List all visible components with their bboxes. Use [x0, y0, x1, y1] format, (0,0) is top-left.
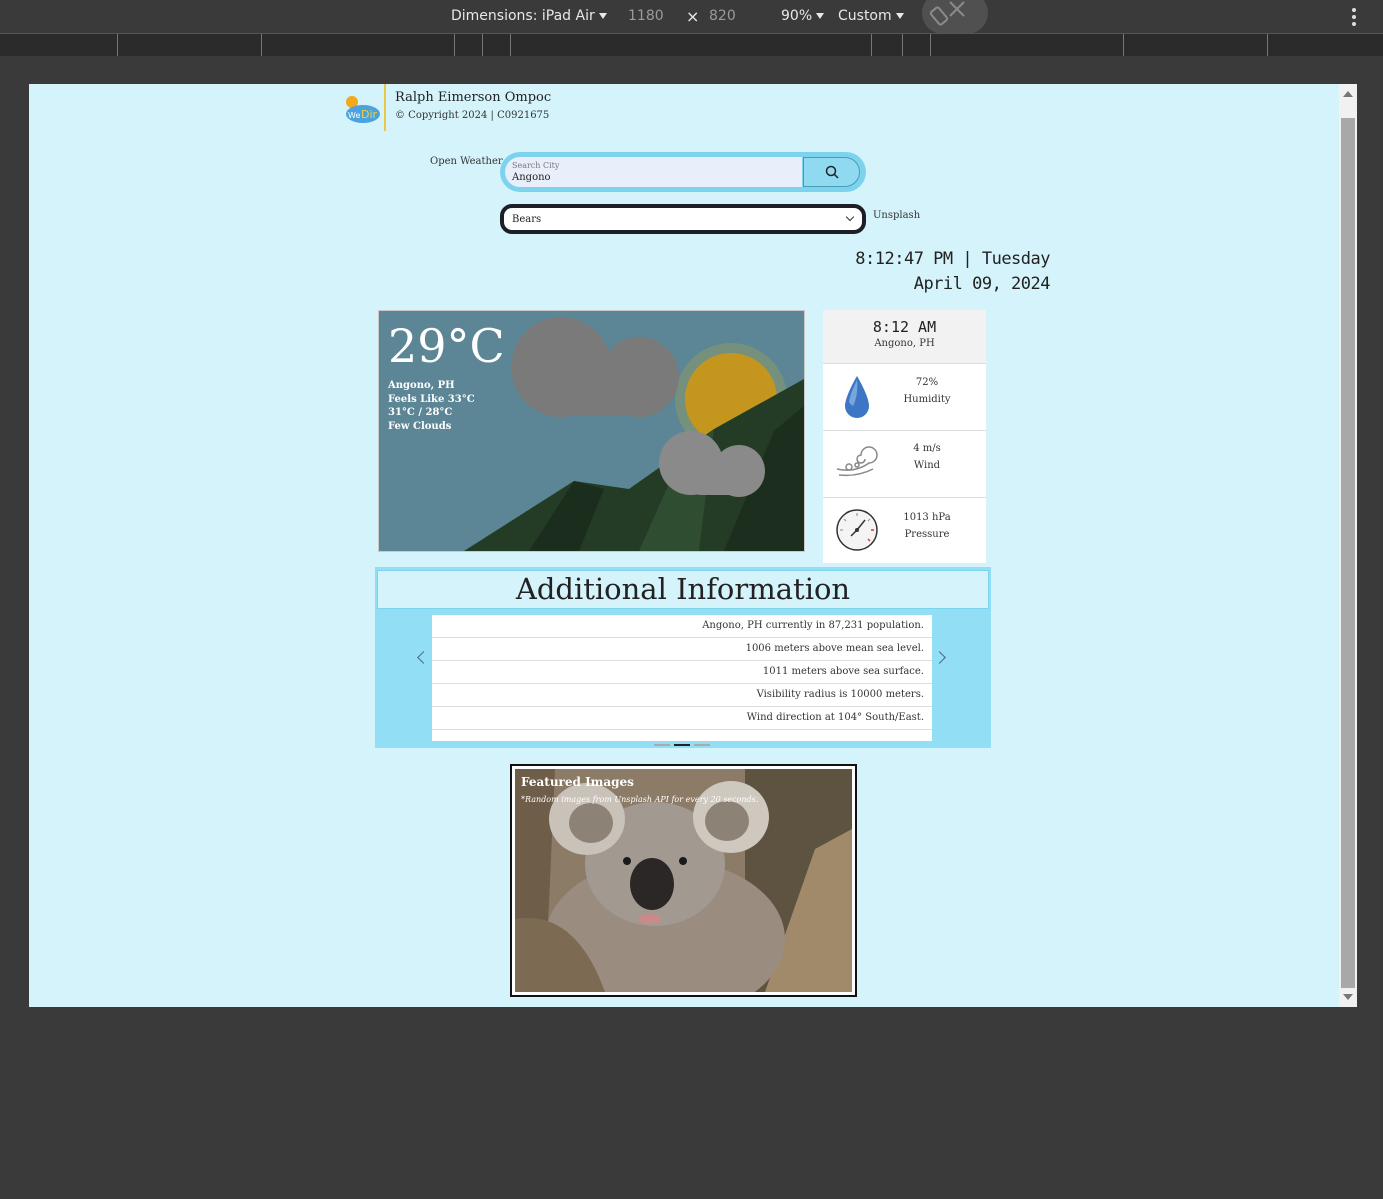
carousel-indicators — [654, 731, 714, 750]
weather-description: Few Clouds — [388, 420, 452, 432]
more-options-icon[interactable] — [1352, 8, 1356, 29]
chevron-down-icon — [598, 13, 607, 19]
humidity-label: Humidity — [903, 394, 951, 405]
city-search-form: Search City Angono — [500, 152, 866, 192]
viewport-scrollbar[interactable] — [1339, 84, 1357, 1007]
height-input[interactable]: 820 — [709, 8, 736, 24]
additional-info-section: Additional Information Angono, PH curren… — [375, 567, 991, 748]
chevron-down-icon — [895, 13, 904, 19]
info-item: 1006 meters above mean sea level. — [432, 638, 932, 661]
dimensions-dropdown[interactable]: Dimensions: iPad Air — [451, 8, 607, 24]
current-temperature: 29°C — [388, 319, 505, 373]
rotate-button[interactable] — [922, 0, 988, 34]
wind-row: 4 m/s Wind — [823, 431, 986, 498]
open-weather-label: Open Weather — [430, 156, 503, 167]
weather-card: 29°C Angono, PH Feels Like 33°C 31°C / 2… — [378, 310, 805, 552]
throttle-label: Custom — [838, 8, 892, 24]
devtools-device-toolbar: Dimensions: iPad Air 1180 × 820 90% Cust… — [0, 0, 1383, 34]
local-time-location: Angono, PH — [874, 338, 935, 349]
featured-images-subtitle: *Random images from Unsplash API for eve… — [521, 795, 759, 804]
featured-image: Featured Images *Random images from Unsp… — [515, 769, 852, 992]
image-category-select[interactable]: Bears — [500, 204, 866, 234]
pressure-gauge-icon — [836, 509, 878, 551]
clock-time-day: 8:12:47 PM | Tuesday — [855, 249, 1050, 269]
weather-detail-panel: 8:12 AM Angono, PH 72% Humidity 4 m/s Wi… — [823, 310, 986, 563]
info-item: 1011 meters above sea surface. — [432, 661, 932, 684]
emulated-viewport: We Dir Ralph Eimerson Ompoc © Copyright … — [29, 84, 1339, 1007]
dimensions-label: Dimensions: iPad Air — [451, 8, 595, 24]
rotate-icon — [929, 1, 965, 26]
svg-text:We: We — [348, 111, 360, 120]
humidity-value: 72% — [915, 377, 939, 388]
featured-images-card: Featured Images *Random images from Unsp… — [510, 764, 857, 997]
carousel-indicator[interactable] — [694, 744, 710, 746]
pressure-label: Pressure — [904, 529, 950, 540]
wind-icon — [836, 446, 878, 477]
humidity-row: 72% Humidity — [823, 364, 986, 431]
zoom-dropdown[interactable]: 90% — [781, 8, 825, 24]
media-query-ruler — [0, 33, 1383, 56]
author-name: Ralph Eimerson Ompoc — [395, 90, 552, 105]
additional-info-title: Additional Information — [377, 570, 989, 609]
high-low-temperature: 31°C / 28°C — [388, 407, 453, 418]
wedir-logo: We Dir — [346, 96, 380, 123]
city-search-input[interactable]: Search City Angono — [505, 157, 802, 187]
local-time-box: 8:12 AM Angono, PH — [823, 310, 986, 364]
search-icon — [825, 165, 839, 179]
info-carousel: Angono, PH currently in 87,231 populatio… — [432, 615, 932, 746]
search-value: Angono — [512, 172, 551, 183]
clock-date: April 09, 2024 — [913, 274, 1051, 294]
throttle-dropdown[interactable]: Custom — [838, 8, 904, 24]
scroll-down-icon[interactable] — [1343, 994, 1353, 1000]
featured-images-title: Featured Images — [521, 775, 634, 789]
carousel-next-icon[interactable] — [933, 651, 946, 664]
unsplash-label: Unsplash — [873, 210, 921, 221]
svg-text:Dir: Dir — [361, 108, 378, 121]
weather-location: Angono, PH — [388, 380, 455, 391]
carousel-indicator-active[interactable] — [674, 744, 690, 746]
width-input[interactable]: 1180 — [628, 8, 664, 24]
feels-like: Feels Like 33°C — [388, 393, 475, 405]
pressure-value: 1013 hPa — [903, 512, 951, 523]
info-item: Visibility radius is 10000 meters. — [432, 684, 932, 707]
zoom-label: 90% — [781, 8, 813, 24]
search-button[interactable] — [803, 157, 860, 187]
local-time: 8:12 AM — [872, 318, 937, 336]
info-item: Angono, PH currently in 87,231 populatio… — [432, 615, 932, 638]
wind-value: 4 m/s — [913, 443, 941, 454]
chevron-down-icon — [845, 212, 855, 222]
search-placeholder: Search City — [512, 161, 560, 170]
header-divider — [384, 84, 386, 131]
clock: 8:12:47 PM | Tuesday April 09, 2024 — [855, 247, 1050, 297]
chevron-down-icon — [816, 13, 825, 19]
scroll-up-icon[interactable] — [1343, 91, 1353, 97]
pressure-row: 1013 hPa Pressure — [823, 498, 986, 564]
weather-details: Angono, PH Feels Like 33°C 31°C / 28°C F… — [388, 379, 475, 433]
carousel-prev-icon[interactable] — [417, 651, 430, 664]
copyright-text: © Copyright 2024 | C0921675 — [395, 110, 550, 121]
carousel-indicator[interactable] — [654, 744, 670, 746]
info-item: Wind direction at 104° South/East. — [432, 707, 932, 730]
wind-label: Wind — [913, 460, 941, 471]
image-category-value: Bears — [512, 214, 542, 225]
dimension-separator: × — [686, 7, 700, 26]
scrollbar-thumb[interactable] — [1341, 118, 1355, 988]
humidity-drop-icon — [845, 376, 869, 418]
